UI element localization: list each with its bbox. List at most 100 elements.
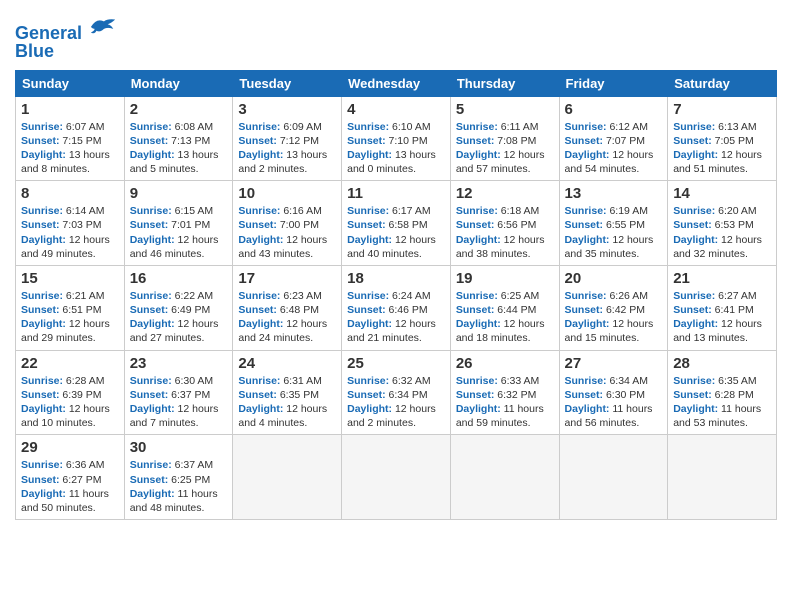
day-info: Sunrise: 6:07 AM Sunset: 7:15 PM Dayligh…	[21, 120, 119, 177]
calendar-week-row: 22 Sunrise: 6:28 AM Sunset: 6:39 PM Dayl…	[16, 350, 777, 435]
sunset-label: Sunset: 6:34 PM	[347, 389, 428, 401]
day-number: 10	[238, 185, 336, 202]
day-number: 11	[347, 185, 445, 202]
day-info: Sunrise: 6:19 AM Sunset: 6:55 PM Dayligh…	[565, 204, 663, 261]
calendar-week-row: 8 Sunrise: 6:14 AM Sunset: 7:03 PM Dayli…	[16, 181, 777, 266]
sunrise-label: Sunrise: 6:23 AM	[238, 290, 321, 302]
daylight-label: Daylight: 11 hours and 50 minutes.	[21, 488, 109, 514]
daylight-label: Daylight: 11 hours and 59 minutes.	[456, 403, 544, 429]
calendar-cell: 4 Sunrise: 6:10 AM Sunset: 7:10 PM Dayli…	[342, 96, 451, 181]
sunset-label: Sunset: 6:44 PM	[456, 304, 537, 316]
day-info: Sunrise: 6:18 AM Sunset: 6:56 PM Dayligh…	[456, 204, 554, 261]
day-number: 1	[21, 101, 119, 118]
day-number: 4	[347, 101, 445, 118]
day-number: 28	[673, 355, 771, 372]
sunrise-label: Sunrise: 6:20 AM	[673, 205, 756, 217]
calendar-cell: 12 Sunrise: 6:18 AM Sunset: 6:56 PM Dayl…	[450, 181, 559, 266]
sunrise-label: Sunrise: 6:33 AM	[456, 375, 539, 387]
calendar-cell: 13 Sunrise: 6:19 AM Sunset: 6:55 PM Dayl…	[559, 181, 668, 266]
daylight-label: Daylight: 13 hours and 2 minutes.	[238, 149, 327, 175]
daylight-label: Daylight: 12 hours and 43 minutes.	[238, 234, 327, 260]
day-info: Sunrise: 6:17 AM Sunset: 6:58 PM Dayligh…	[347, 204, 445, 261]
calendar-cell: 7 Sunrise: 6:13 AM Sunset: 7:05 PM Dayli…	[668, 96, 777, 181]
calendar-cell: 25 Sunrise: 6:32 AM Sunset: 6:34 PM Dayl…	[342, 350, 451, 435]
calendar-cell	[559, 435, 668, 520]
column-header-thursday: Thursday	[450, 70, 559, 96]
day-number: 22	[21, 355, 119, 372]
logo-text: General Blue	[15, 15, 117, 62]
sunrise-label: Sunrise: 6:37 AM	[130, 459, 213, 471]
sunset-label: Sunset: 6:28 PM	[673, 389, 754, 401]
column-header-friday: Friday	[559, 70, 668, 96]
sunrise-label: Sunrise: 6:36 AM	[21, 459, 104, 471]
day-info: Sunrise: 6:25 AM Sunset: 6:44 PM Dayligh…	[456, 289, 554, 346]
sunset-label: Sunset: 6:56 PM	[456, 219, 537, 231]
sunrise-label: Sunrise: 6:18 AM	[456, 205, 539, 217]
sunrise-label: Sunrise: 6:16 AM	[238, 205, 321, 217]
sunset-label: Sunset: 7:01 PM	[130, 219, 211, 231]
day-info: Sunrise: 6:21 AM Sunset: 6:51 PM Dayligh…	[21, 289, 119, 346]
sunrise-label: Sunrise: 6:09 AM	[238, 121, 321, 133]
column-header-saturday: Saturday	[668, 70, 777, 96]
sunrise-label: Sunrise: 6:10 AM	[347, 121, 430, 133]
day-info: Sunrise: 6:33 AM Sunset: 6:32 PM Dayligh…	[456, 374, 554, 431]
sunset-label: Sunset: 7:15 PM	[21, 135, 102, 147]
day-number: 27	[565, 355, 663, 372]
sunrise-label: Sunrise: 6:34 AM	[565, 375, 648, 387]
calendar-week-row: 1 Sunrise: 6:07 AM Sunset: 7:15 PM Dayli…	[16, 96, 777, 181]
sunset-label: Sunset: 6:30 PM	[565, 389, 646, 401]
column-header-tuesday: Tuesday	[233, 70, 342, 96]
day-info: Sunrise: 6:08 AM Sunset: 7:13 PM Dayligh…	[130, 120, 228, 177]
sunset-label: Sunset: 7:08 PM	[456, 135, 537, 147]
calendar-cell: 26 Sunrise: 6:33 AM Sunset: 6:32 PM Dayl…	[450, 350, 559, 435]
sunset-label: Sunset: 6:37 PM	[130, 389, 211, 401]
daylight-label: Daylight: 12 hours and 2 minutes.	[347, 403, 436, 429]
sunrise-label: Sunrise: 6:26 AM	[565, 290, 648, 302]
sunset-label: Sunset: 6:25 PM	[130, 474, 211, 486]
daylight-label: Daylight: 12 hours and 4 minutes.	[238, 403, 327, 429]
sunset-label: Sunset: 7:13 PM	[130, 135, 211, 147]
calendar-table: SundayMondayTuesdayWednesdayThursdayFrid…	[15, 70, 777, 520]
sunset-label: Sunset: 6:42 PM	[565, 304, 646, 316]
logo-bird-icon	[89, 15, 117, 39]
sunset-label: Sunset: 6:41 PM	[673, 304, 754, 316]
column-header-monday: Monday	[124, 70, 233, 96]
day-info: Sunrise: 6:13 AM Sunset: 7:05 PM Dayligh…	[673, 120, 771, 177]
day-info: Sunrise: 6:31 AM Sunset: 6:35 PM Dayligh…	[238, 374, 336, 431]
day-number: 13	[565, 185, 663, 202]
day-info: Sunrise: 6:28 AM Sunset: 6:39 PM Dayligh…	[21, 374, 119, 431]
sunset-label: Sunset: 6:48 PM	[238, 304, 319, 316]
day-number: 3	[238, 101, 336, 118]
daylight-label: Daylight: 12 hours and 32 minutes.	[673, 234, 762, 260]
daylight-label: Daylight: 12 hours and 40 minutes.	[347, 234, 436, 260]
calendar-cell: 11 Sunrise: 6:17 AM Sunset: 6:58 PM Dayl…	[342, 181, 451, 266]
day-number: 12	[456, 185, 554, 202]
day-info: Sunrise: 6:10 AM Sunset: 7:10 PM Dayligh…	[347, 120, 445, 177]
daylight-label: Daylight: 12 hours and 57 minutes.	[456, 149, 545, 175]
day-info: Sunrise: 6:11 AM Sunset: 7:08 PM Dayligh…	[456, 120, 554, 177]
daylight-label: Daylight: 12 hours and 18 minutes.	[456, 318, 545, 344]
sunset-label: Sunset: 7:07 PM	[565, 135, 646, 147]
day-number: 17	[238, 270, 336, 287]
day-number: 24	[238, 355, 336, 372]
sunset-label: Sunset: 6:51 PM	[21, 304, 102, 316]
page-header: General Blue	[15, 10, 777, 62]
calendar-week-row: 29 Sunrise: 6:36 AM Sunset: 6:27 PM Dayl…	[16, 435, 777, 520]
calendar-cell: 30 Sunrise: 6:37 AM Sunset: 6:25 PM Dayl…	[124, 435, 233, 520]
calendar-cell: 19 Sunrise: 6:25 AM Sunset: 6:44 PM Dayl…	[450, 265, 559, 350]
daylight-label: Daylight: 13 hours and 5 minutes.	[130, 149, 219, 175]
calendar-cell: 8 Sunrise: 6:14 AM Sunset: 7:03 PM Dayli…	[16, 181, 125, 266]
sunset-label: Sunset: 6:32 PM	[456, 389, 537, 401]
daylight-label: Daylight: 12 hours and 51 minutes.	[673, 149, 762, 175]
sunset-label: Sunset: 6:35 PM	[238, 389, 319, 401]
calendar-cell: 14 Sunrise: 6:20 AM Sunset: 6:53 PM Dayl…	[668, 181, 777, 266]
day-number: 25	[347, 355, 445, 372]
sunrise-label: Sunrise: 6:25 AM	[456, 290, 539, 302]
daylight-label: Daylight: 12 hours and 13 minutes.	[673, 318, 762, 344]
calendar-week-row: 15 Sunrise: 6:21 AM Sunset: 6:51 PM Dayl…	[16, 265, 777, 350]
sunrise-label: Sunrise: 6:32 AM	[347, 375, 430, 387]
day-info: Sunrise: 6:20 AM Sunset: 6:53 PM Dayligh…	[673, 204, 771, 261]
day-info: Sunrise: 6:14 AM Sunset: 7:03 PM Dayligh…	[21, 204, 119, 261]
day-info: Sunrise: 6:23 AM Sunset: 6:48 PM Dayligh…	[238, 289, 336, 346]
calendar-cell: 2 Sunrise: 6:08 AM Sunset: 7:13 PM Dayli…	[124, 96, 233, 181]
